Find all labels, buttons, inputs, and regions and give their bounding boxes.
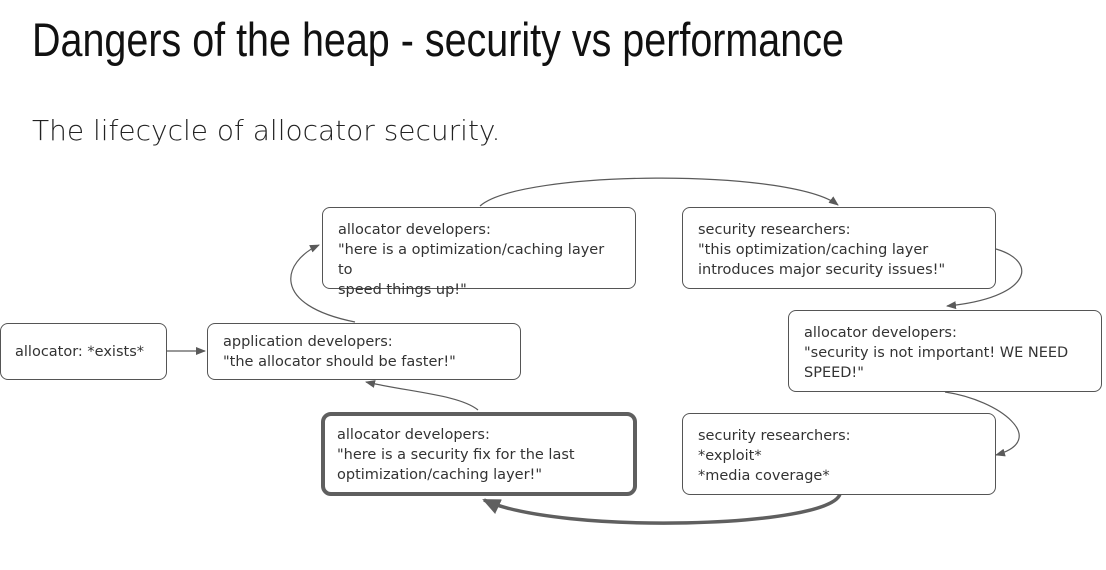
node-line: security researchers:	[698, 428, 851, 444]
node-line: "this optimization/caching layer	[698, 242, 929, 258]
node-alloc-devs-fix: allocator developers: "here is a securit…	[321, 412, 637, 496]
node-allocator-exists: allocator: *exists*	[0, 323, 167, 380]
node-line: speed things up!"	[338, 282, 467, 298]
node-line: application developers:	[223, 334, 393, 350]
node-researchers-exploit: security researchers: *exploit* *media c…	[682, 413, 996, 495]
arrow-fix-to-app-devs	[365, 380, 479, 411]
node-line: "here is a security fix for the last	[337, 447, 575, 463]
node-app-devs-request: application developers: "the allocator s…	[207, 323, 521, 380]
node-line: SPEED!"	[804, 365, 864, 381]
node-line: optimization/caching layer!"	[337, 467, 543, 483]
node-line: "security is not important! WE NEED	[804, 345, 1069, 361]
node-line: "here is a optimization/caching layer to	[338, 242, 609, 278]
arrow-exploit-to-fix	[482, 493, 842, 525]
node-line: *media coverage*	[698, 468, 830, 484]
node-line: allocator developers:	[337, 427, 490, 443]
node-line: introduces major security issues!"	[698, 262, 946, 278]
node-alloc-devs-dismiss: allocator developers: "security is not i…	[788, 310, 1102, 392]
node-researchers-warn: security researchers: "this optimization…	[682, 207, 996, 289]
arrow-optimize-to-researchers	[479, 177, 839, 207]
node-line: *exploit*	[698, 448, 762, 464]
node-line: security researchers:	[698, 222, 851, 238]
node-alloc-devs-optimize: allocator developers: "here is a optimiz…	[322, 207, 636, 298]
node-line: allocator: *exists*	[15, 343, 144, 360]
node-line: allocator developers:	[804, 325, 957, 341]
node-line: "the allocator should be faster!"	[223, 354, 456, 370]
node-line: allocator developers:	[338, 222, 491, 238]
